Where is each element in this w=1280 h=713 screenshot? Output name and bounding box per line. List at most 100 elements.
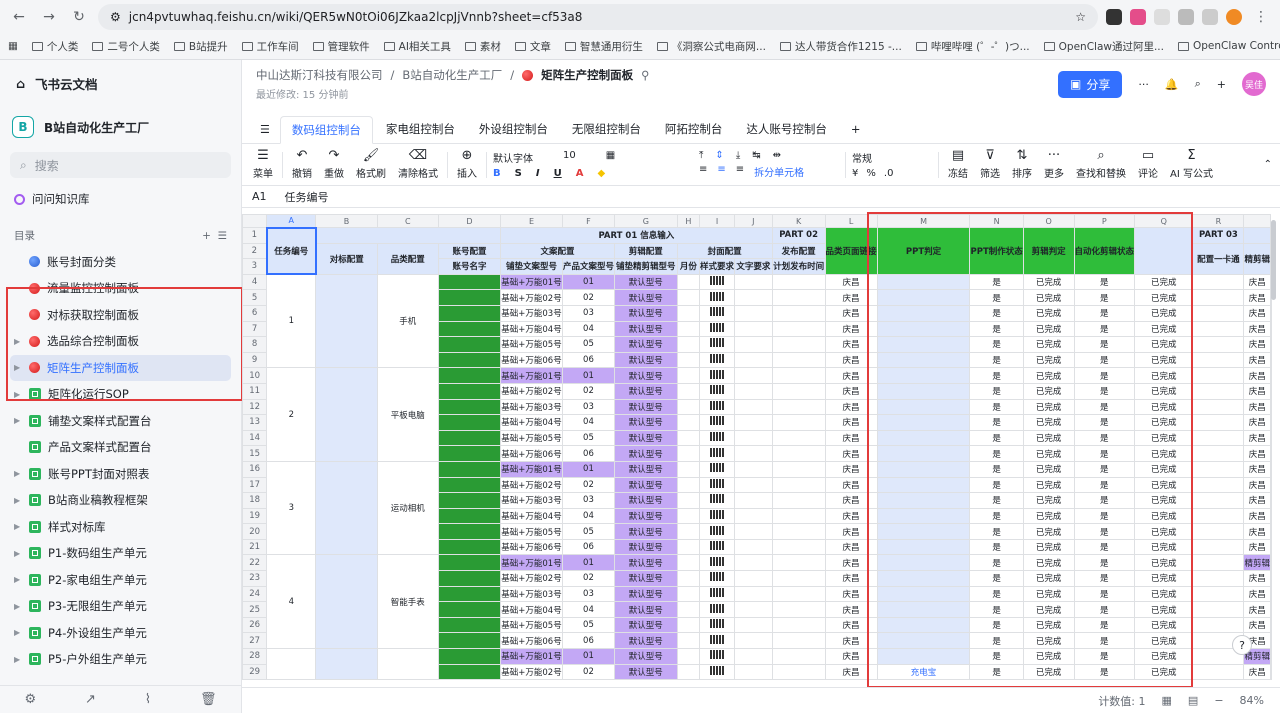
month-cell[interactable]	[676, 429, 701, 447]
link-cell[interactable]	[876, 367, 971, 384]
grid-cell[interactable]: PPT判定	[876, 227, 971, 275]
edit-model-cell[interactable]: 默认型号	[613, 538, 678, 556]
blank-cell[interactable]	[1270, 460, 1272, 478]
link-cell[interactable]	[876, 523, 971, 540]
blank-cell[interactable]	[1270, 523, 1272, 540]
grid-cell[interactable]: 计划发布时间	[771, 258, 826, 275]
column-letter[interactable]: M	[876, 214, 971, 228]
fine-cut-cell[interactable]: 庆昌	[1243, 585, 1271, 603]
ppt-check-cell[interactable]: 是	[969, 570, 1024, 587]
search-icon[interactable]: ⌕	[1195, 77, 1201, 91]
ppt-status-cell[interactable]: 已完成	[1022, 289, 1075, 306]
blank-cell[interactable]	[1270, 601, 1272, 618]
blank-cell[interactable]	[1192, 367, 1245, 384]
column-letter[interactable]: N	[969, 214, 1024, 228]
auto-status-cell[interactable]: 已完成	[1134, 616, 1194, 634]
freeze-button[interactable]: ▤ 冻结	[945, 149, 971, 181]
edit-model-cell[interactable]: 默认型号	[613, 304, 678, 322]
config-cell[interactable]: 庆昌	[824, 648, 878, 665]
row-number[interactable]: 15	[242, 445, 268, 462]
grid-cell[interactable]: 精剪辑	[1243, 242, 1271, 275]
style-cell[interactable]	[699, 289, 736, 306]
account-name-cell[interactable]	[437, 273, 502, 291]
currency-icon[interactable]: ¥	[852, 168, 858, 179]
align-middle-icon[interactable]: ⇕	[715, 150, 723, 161]
toc-item[interactable]: 产品文案样式配置台	[0, 434, 241, 461]
style-cell[interactable]	[699, 382, 736, 400]
product-copy-cell[interactable]: 05	[561, 523, 615, 540]
ppt-check-cell[interactable]: 是	[969, 351, 1024, 369]
link-cell[interactable]	[876, 273, 971, 291]
auto-status-cell[interactable]: 已完成	[1134, 648, 1194, 665]
ppt-status-cell[interactable]: 已完成	[1022, 460, 1075, 478]
blank-cell[interactable]	[1270, 538, 1272, 556]
bookmark-item[interactable]: 达人带货合作1215 -...	[779, 39, 902, 54]
row-number[interactable]: 24	[242, 585, 268, 603]
toc-item[interactable]: ▶ 矩阵化运行SOP	[0, 381, 241, 408]
bookmark-item[interactable]: 文章	[514, 39, 551, 54]
cut-check-cell[interactable]: 是	[1073, 398, 1136, 416]
blank-cell[interactable]	[1192, 538, 1245, 556]
product-copy-cell[interactable]: 04	[561, 414, 615, 431]
grid-cell[interactable]: 账号配置	[437, 242, 502, 260]
product-copy-cell[interactable]: 04	[561, 601, 615, 618]
row-number[interactable]: 10	[242, 367, 268, 384]
style-cell[interactable]	[699, 616, 736, 634]
month-cell[interactable]	[676, 367, 701, 384]
text-cell[interactable]	[734, 648, 773, 665]
bookmark-item[interactable]: 《洞察公式电商网...	[656, 39, 766, 54]
copy-model-cell[interactable]: 基础+万能06号	[500, 351, 563, 369]
ppt-status-cell[interactable]: 已完成	[1022, 351, 1075, 369]
fine-cut-cell[interactable]: 庆昌	[1243, 289, 1271, 306]
row-number[interactable]: 21	[242, 538, 268, 556]
product-copy-cell[interactable]: 01	[561, 460, 615, 478]
cut-check-cell[interactable]: 是	[1073, 336, 1136, 353]
blank-cell[interactable]	[1270, 429, 1272, 447]
blank-cell[interactable]	[1270, 336, 1272, 353]
auto-status-cell[interactable]: 已完成	[1134, 304, 1194, 322]
month-cell[interactable]	[676, 554, 701, 572]
bookmark-item[interactable]: 哔哩哔哩 (゜-゜)つ...	[915, 39, 1030, 54]
formula-bar[interactable]: A1 任务编号	[242, 186, 1280, 208]
task-id-cell[interactable]: 3	[266, 460, 317, 556]
row-number[interactable]: 26	[242, 616, 268, 634]
grid-cell[interactable]: 剪辑配置	[613, 242, 678, 260]
style-cell[interactable]	[699, 414, 736, 431]
edit-model-cell[interactable]: 默认型号	[613, 523, 678, 540]
row-number[interactable]: 23	[242, 570, 268, 587]
auto-status-cell[interactable]: 已完成	[1134, 382, 1194, 400]
caret-right-icon[interactable]: ▶	[14, 469, 22, 478]
benchmark-cell[interactable]	[315, 273, 378, 369]
account-name-cell[interactable]	[437, 492, 502, 509]
edit-model-cell[interactable]: 默认型号	[613, 648, 678, 665]
auto-status-cell[interactable]: 已完成	[1134, 445, 1194, 462]
config-cell[interactable]: 庆昌	[824, 632, 878, 650]
blank-cell[interactable]	[1192, 570, 1245, 587]
apps-grid-icon[interactable]: ▦	[8, 40, 18, 52]
fine-cut-cell[interactable]: 庆昌	[1243, 320, 1271, 338]
config-cell[interactable]: 庆昌	[824, 320, 878, 338]
product-copy-cell[interactable]: 05	[561, 336, 615, 353]
zoom-level[interactable]: 84%	[1240, 694, 1264, 707]
month-cell[interactable]	[676, 648, 701, 665]
config-cell[interactable]: 庆昌	[824, 382, 878, 400]
italic-icon[interactable]: I	[536, 168, 540, 179]
config-cell[interactable]: 庆昌	[824, 460, 878, 478]
bookmark-item[interactable]: 个人类	[31, 39, 78, 54]
toc-item[interactable]: ▶ 选品综合控制面板	[0, 328, 241, 355]
copy-model-cell[interactable]: 基础+万能05号	[500, 429, 563, 447]
month-cell[interactable]	[676, 476, 701, 494]
edit-model-cell[interactable]: 默认型号	[613, 570, 678, 587]
product-copy-cell[interactable]: 03	[561, 585, 615, 603]
month-cell[interactable]	[676, 289, 701, 306]
plan-time-cell[interactable]	[771, 616, 826, 634]
cut-check-cell[interactable]: 是	[1073, 320, 1136, 338]
link-cell[interactable]	[876, 570, 971, 587]
month-cell[interactable]	[676, 382, 701, 400]
product-copy-cell[interactable]: 01	[561, 554, 615, 572]
copy-model-cell[interactable]: 基础+万能04号	[500, 414, 563, 431]
benchmark-cell[interactable]	[315, 554, 378, 650]
blank-cell[interactable]	[1192, 289, 1245, 306]
ppt-status-cell[interactable]: 已完成	[1022, 570, 1075, 587]
toc-item[interactable]: ▶ P1-数码组生产单元	[0, 540, 241, 567]
